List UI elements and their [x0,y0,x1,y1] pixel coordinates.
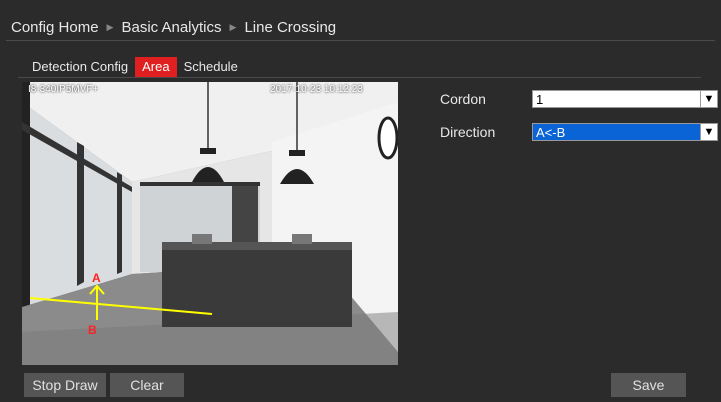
camera-name-osd: I8-340IP5MVF+ [28,84,99,95]
tab-bar: Detection Config Area Schedule [25,57,245,77]
triangle-separator-icon: ▶ [229,21,237,32]
dropdown-arrow-icon[interactable]: ▼ [700,124,717,140]
camera-scene [22,82,398,365]
cordon-label: Cordon [440,91,486,107]
direction-select[interactable]: A<-B ▼ [532,123,718,141]
video-preview[interactable]: I8-340IP5MVF+ 2017-10-23 10:12:23 A B [22,82,398,365]
cordon-value: 1 [536,91,544,107]
stop-draw-button[interactable]: Stop Draw [24,373,106,397]
divider [6,40,715,41]
breadcrumb: Config Home ▶ Basic Analytics ▶ Line Cro… [11,16,336,38]
timestamp-osd: 2017-10-23 10:12:23 [270,84,363,95]
breadcrumb-line-crossing: Line Crossing [244,18,337,36]
clear-button[interactable]: Clear [110,373,184,397]
tab-area[interactable]: Area [135,57,177,77]
save-button[interactable]: Save [611,373,686,397]
triangle-separator-icon: ▶ [106,21,114,32]
cordon-select[interactable]: 1 ▼ [532,90,718,108]
dropdown-arrow-icon[interactable]: ▼ [700,91,717,107]
direction-label: Direction [440,124,496,140]
tab-schedule[interactable]: Schedule [177,57,245,77]
breadcrumb-config-home[interactable]: Config Home [11,19,99,36]
point-b-label: B [88,323,97,337]
breadcrumb-basic-analytics[interactable]: Basic Analytics [121,19,221,36]
tab-divider [18,77,701,78]
direction-value: A<-B [533,124,700,140]
point-a-label: A [92,271,101,285]
tab-detection-config[interactable]: Detection Config [25,57,135,77]
